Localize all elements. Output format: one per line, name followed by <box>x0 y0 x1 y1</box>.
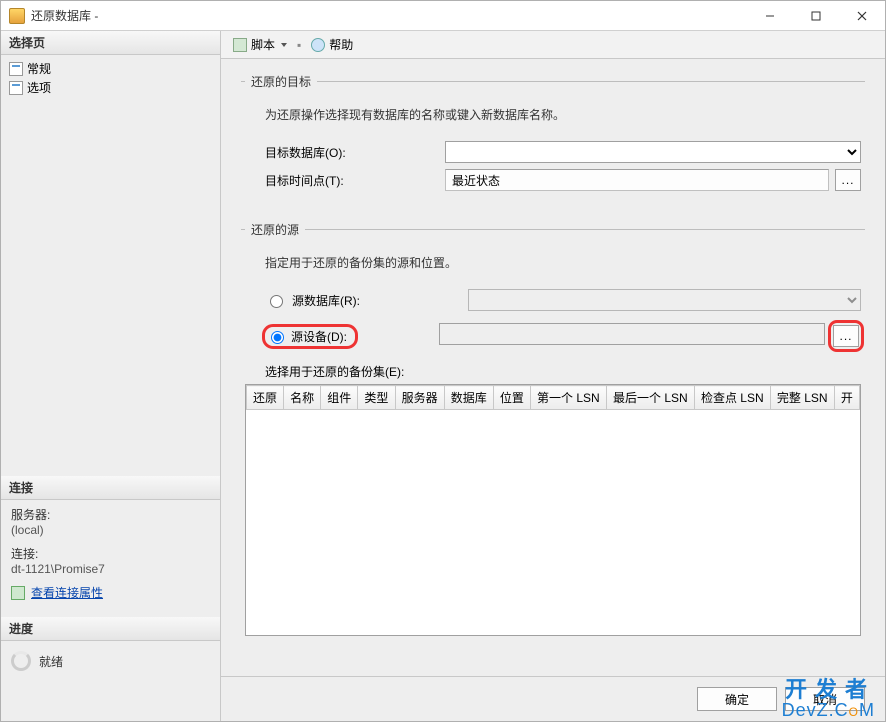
table-column-header[interactable]: 最后一个 LSN <box>606 386 694 410</box>
connection-icon <box>11 586 25 600</box>
titlebar[interactable]: 还原数据库 - <box>1 1 885 31</box>
table-column-header[interactable]: 完整 LSN <box>770 386 834 410</box>
server-value: (local) <box>11 523 210 537</box>
help-button[interactable]: 帮助 <box>307 34 357 55</box>
target-time-browse-button[interactable]: ... <box>835 169 861 191</box>
table-column-header[interactable]: 服务器 <box>395 386 444 410</box>
source-database-radio[interactable] <box>270 295 283 308</box>
source-device-label: 源设备(D): <box>291 328 347 345</box>
sidebar-item-label: 选项 <box>27 79 51 96</box>
sidebar-item-label: 常规 <box>27 60 51 77</box>
table-column-header[interactable]: 检查点 LSN <box>694 386 770 410</box>
sidebar: 选择页 常规 选项 连接 服务器: (local) 连接: dt-1121\Pr… <box>1 31 221 721</box>
source-database-label: 源数据库(R): <box>292 292 462 309</box>
backup-sets-label: 选择用于还原的备份集(E): <box>245 355 861 382</box>
table-column-header[interactable]: 数据库 <box>444 386 493 410</box>
script-label: 脚本 <box>251 36 275 53</box>
toolbar: 脚本 ▪ 帮助 <box>221 31 885 59</box>
table-column-header[interactable]: 开 <box>834 386 859 410</box>
target-time-value: 最近状态 <box>445 169 829 191</box>
select-page-header: 选择页 <box>1 31 220 55</box>
window-title: 还原数据库 - <box>31 7 98 24</box>
target-database-label: 目标数据库(O): <box>245 144 445 161</box>
main-panel: 脚本 ▪ 帮助 还原的目标 为还原操作选择现有数据库的名称或键入新数据库名称。 … <box>221 31 885 721</box>
close-button[interactable] <box>839 1 885 30</box>
sidebar-item-options[interactable]: 选项 <box>7 78 214 97</box>
progress-header: 进度 <box>1 617 220 641</box>
source-device-radio[interactable] <box>271 331 284 344</box>
restore-target-desc: 为还原操作选择现有数据库的名称或键入新数据库名称。 <box>245 102 861 135</box>
source-device-field <box>439 323 825 345</box>
connection-label: 连接: <box>11 545 210 562</box>
dialog-footer: 确定 取消 开发者 DevZ.COM <box>221 676 885 721</box>
table-column-header[interactable]: 类型 <box>358 386 395 410</box>
source-device-browse-button[interactable]: ... <box>833 325 859 347</box>
table-column-header[interactable]: 第一个 LSN <box>531 386 607 410</box>
sidebar-item-general[interactable]: 常规 <box>7 59 214 78</box>
restore-database-dialog: 还原数据库 - 选择页 常规 选项 连接 服务器: (local) <box>0 0 886 722</box>
view-connection-properties-link[interactable]: 查看连接属性 <box>31 584 103 601</box>
chevron-down-icon <box>281 43 287 47</box>
connection-value: dt-1121\Promise7 <box>11 562 210 576</box>
connection-header: 连接 <box>1 476 220 500</box>
minimize-button[interactable] <box>747 1 793 30</box>
source-database-select <box>468 289 861 311</box>
restore-source-desc: 指定用于还原的备份集的源和位置。 <box>245 250 861 283</box>
script-button[interactable]: 脚本 <box>229 34 291 55</box>
cancel-button[interactable]: 取消 <box>785 687 865 711</box>
progress-status: 就绪 <box>39 653 63 670</box>
backup-sets-table[interactable]: 还原名称组件类型服务器数据库位置第一个 LSN最后一个 LSN检查点 LSN完整… <box>245 384 861 636</box>
server-label: 服务器: <box>11 506 210 523</box>
help-label: 帮助 <box>329 36 353 53</box>
table-column-header[interactable]: 还原 <box>247 386 284 410</box>
progress-spinner-icon <box>11 651 31 671</box>
toolbar-separator: ▪ <box>297 38 301 52</box>
table-column-header[interactable]: 名称 <box>284 386 321 410</box>
table-column-header[interactable]: 位置 <box>493 386 530 410</box>
target-time-label: 目标时间点(T): <box>245 172 445 189</box>
target-database-select[interactable] <box>445 141 861 163</box>
database-icon <box>9 8 25 24</box>
restore-target-legend: 还原的目标 <box>245 73 317 90</box>
table-column-header[interactable]: 组件 <box>321 386 358 410</box>
help-icon <box>311 38 325 52</box>
page-icon <box>9 81 23 95</box>
ok-button[interactable]: 确定 <box>697 687 777 711</box>
maximize-button[interactable] <box>793 1 839 30</box>
restore-source-legend: 还原的源 <box>245 221 305 238</box>
script-icon <box>233 38 247 52</box>
page-icon <box>9 62 23 76</box>
restore-target-section: 还原的目标 为还原操作选择现有数据库的名称或键入新数据库名称。 目标数据库(O)… <box>241 73 865 205</box>
restore-source-section: 还原的源 指定用于还原的备份集的源和位置。 源数据库(R): 源设备(D): <box>241 221 865 658</box>
